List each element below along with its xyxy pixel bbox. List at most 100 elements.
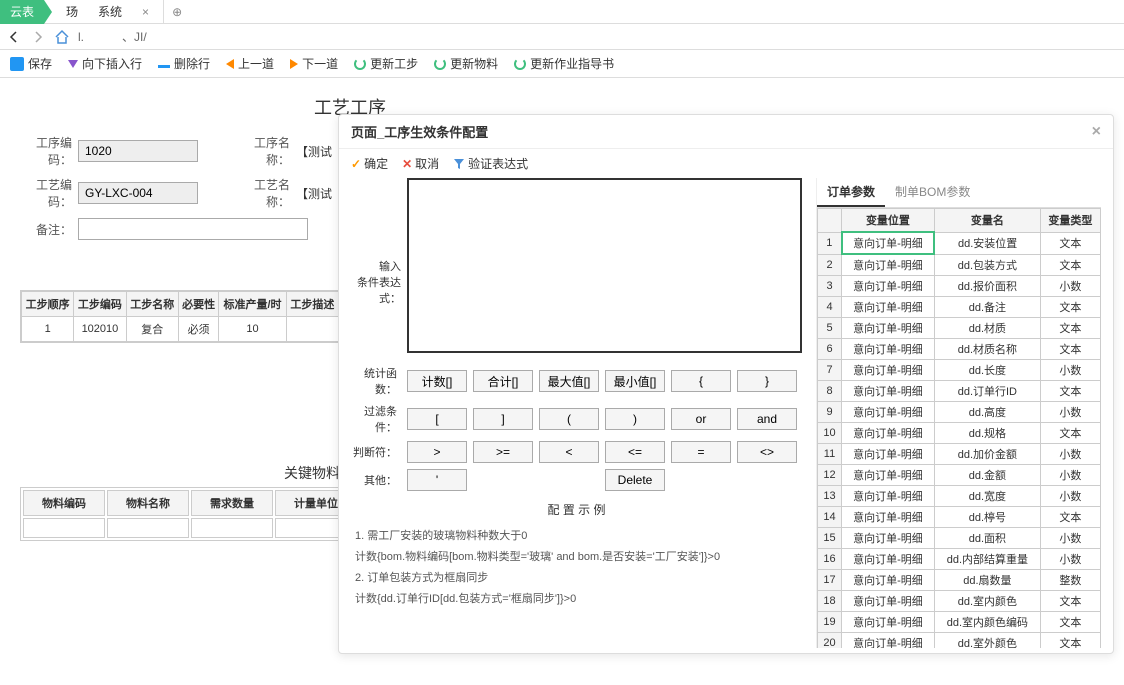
param-cell[interactable]: dd.报价面积 [934, 276, 1040, 297]
param-cell[interactable]: 文本 [1040, 381, 1100, 402]
param-row[interactable]: 20意向订单-明细dd.室外颜色文本 [818, 633, 1101, 649]
update-step-button[interactable]: 更新工步 [354, 55, 418, 72]
operator-button[interactable]: >= [473, 441, 533, 463]
ok-button[interactable]: ✓确定 [351, 155, 388, 172]
param-cell[interactable]: 文本 [1040, 612, 1100, 633]
param-cell[interactable]: 小数 [1040, 549, 1100, 570]
cancel-button[interactable]: ✕取消 [402, 155, 439, 172]
delete-row-button[interactable]: 删除行 [158, 55, 210, 72]
home-icon[interactable] [54, 29, 70, 45]
operator-button[interactable]: Delete [605, 469, 665, 491]
param-cell[interactable]: 小数 [1040, 528, 1100, 549]
param-cell[interactable]: 小数 [1040, 486, 1100, 507]
param-cell[interactable]: 意向订单-明细 [842, 465, 935, 486]
operator-button[interactable]: ( [539, 408, 599, 430]
param-cell[interactable]: dd.加价金额 [934, 444, 1040, 465]
operator-button[interactable]: 合计[] [473, 370, 533, 392]
param-cell[interactable]: 意向订单-明细 [842, 423, 935, 444]
operator-button[interactable]: and [737, 408, 797, 430]
param-row[interactable]: 5意向订单-明细dd.材质文本 [818, 318, 1101, 339]
param-row[interactable]: 1意向订单-明细dd.安装位置文本 [818, 232, 1101, 254]
operator-button[interactable]: or [671, 408, 731, 430]
step-cell[interactable]: 102010 [74, 317, 126, 342]
param-cell[interactable]: dd.备注 [934, 297, 1040, 318]
param-cell[interactable]: 意向订单-明细 [842, 486, 935, 507]
operator-button[interactable]: 计数[] [407, 370, 467, 392]
next-button[interactable]: 下一道 [290, 55, 338, 72]
step-cell[interactable]: 10 [219, 317, 286, 342]
param-cell[interactable]: 意向订单-明细 [842, 528, 935, 549]
save-button[interactable]: 保存 [10, 55, 52, 72]
param-cell[interactable]: dd.材质名称 [934, 339, 1040, 360]
step-cell[interactable]: 复合 [126, 317, 178, 342]
param-cell[interactable]: dd.安装位置 [934, 232, 1040, 254]
operator-button[interactable]: ' [407, 469, 467, 491]
param-cell[interactable]: 意向订单-明细 [842, 591, 935, 612]
param-cell[interactable]: 意向订单-明细 [842, 276, 935, 297]
param-cell[interactable]: 文本 [1040, 254, 1100, 276]
param-cell[interactable]: 18 [818, 591, 842, 612]
param-cell[interactable]: dd.高度 [934, 402, 1040, 423]
param-cell[interactable]: 20 [818, 633, 842, 649]
operator-button[interactable]: ] [473, 408, 533, 430]
forward-icon[interactable] [30, 29, 46, 45]
param-cell[interactable]: dd.室内颜色 [934, 591, 1040, 612]
proc-code-input[interactable] [78, 182, 198, 204]
remark-input[interactable] [78, 218, 308, 240]
param-cell[interactable]: dd.内部结算重量 [934, 549, 1040, 570]
param-cell[interactable]: 8 [818, 381, 842, 402]
step-cell[interactable] [286, 317, 338, 342]
param-cell[interactable]: dd.楟号 [934, 507, 1040, 528]
param-cell[interactable]: 7 [818, 360, 842, 381]
param-cell[interactable]: 小数 [1040, 402, 1100, 423]
param-row[interactable]: 8意向订单-明细dd.订单行ID文本 [818, 381, 1101, 402]
param-cell[interactable]: dd.扇数量 [934, 570, 1040, 591]
param-cell[interactable]: 整数 [1040, 570, 1100, 591]
param-cell[interactable]: 2 [818, 254, 842, 276]
param-cell[interactable]: 文本 [1040, 507, 1100, 528]
param-cell[interactable]: 15 [818, 528, 842, 549]
param-cell[interactable]: dd.宽度 [934, 486, 1040, 507]
param-row[interactable]: 19意向订单-明细dd.室内颜色编码文本 [818, 612, 1101, 633]
param-cell[interactable]: 意向订单-明细 [842, 360, 935, 381]
param-cell[interactable]: 1 [818, 232, 842, 254]
operator-button[interactable]: ) [605, 408, 665, 430]
operator-button[interactable]: <= [605, 441, 665, 463]
param-cell[interactable]: 文本 [1040, 297, 1100, 318]
insert-row-button[interactable]: 向下插入行 [68, 55, 142, 72]
param-cell[interactable]: dd.规格 [934, 423, 1040, 444]
param-row[interactable]: 9意向订单-明细dd.高度小数 [818, 402, 1101, 423]
param-cell[interactable]: 10 [818, 423, 842, 444]
param-cell[interactable]: 小数 [1040, 465, 1100, 486]
param-cell[interactable]: 16 [818, 549, 842, 570]
param-cell[interactable]: 文本 [1040, 591, 1100, 612]
validate-button[interactable]: 验证表达式 [453, 155, 528, 172]
step-cell[interactable]: 1 [22, 317, 74, 342]
param-cell[interactable]: 6 [818, 339, 842, 360]
close-icon[interactable]: × [142, 0, 149, 24]
param-cell[interactable]: 意向订单-明细 [842, 232, 935, 254]
param-cell[interactable]: 意向订单-明细 [842, 402, 935, 423]
param-row[interactable]: 17意向订单-明细dd.扇数量整数 [818, 570, 1101, 591]
param-cell[interactable]: dd.面积 [934, 528, 1040, 549]
param-cell[interactable]: dd.材质 [934, 318, 1040, 339]
param-row[interactable]: 10意向订单-明细dd.规格文本 [818, 423, 1101, 444]
param-cell[interactable]: dd.订单行ID [934, 381, 1040, 402]
expression-textarea[interactable] [407, 178, 802, 353]
operator-button[interactable]: 最大值[] [539, 370, 599, 392]
param-cell[interactable]: dd.长度 [934, 360, 1040, 381]
modal-close-icon[interactable]: × [1092, 123, 1101, 141]
param-row[interactable]: 16意向订单-明细dd.内部结算重量小数 [818, 549, 1101, 570]
param-row[interactable]: 7意向订单-明细dd.长度小数 [818, 360, 1101, 381]
param-cell[interactable]: 意向订单-明细 [842, 297, 935, 318]
param-cell[interactable]: 小数 [1040, 360, 1100, 381]
operator-button[interactable]: { [671, 370, 731, 392]
param-cell[interactable]: 12 [818, 465, 842, 486]
param-row[interactable]: 18意向订单-明细dd.室内颜色文本 [818, 591, 1101, 612]
param-cell[interactable]: 9 [818, 402, 842, 423]
param-cell[interactable]: 意向订单-明细 [842, 549, 935, 570]
param-cell[interactable]: 小数 [1040, 444, 1100, 465]
param-cell[interactable]: 意向订单-明细 [842, 633, 935, 649]
param-cell[interactable]: dd.室外颜色 [934, 633, 1040, 649]
param-cell[interactable]: 小数 [1040, 276, 1100, 297]
